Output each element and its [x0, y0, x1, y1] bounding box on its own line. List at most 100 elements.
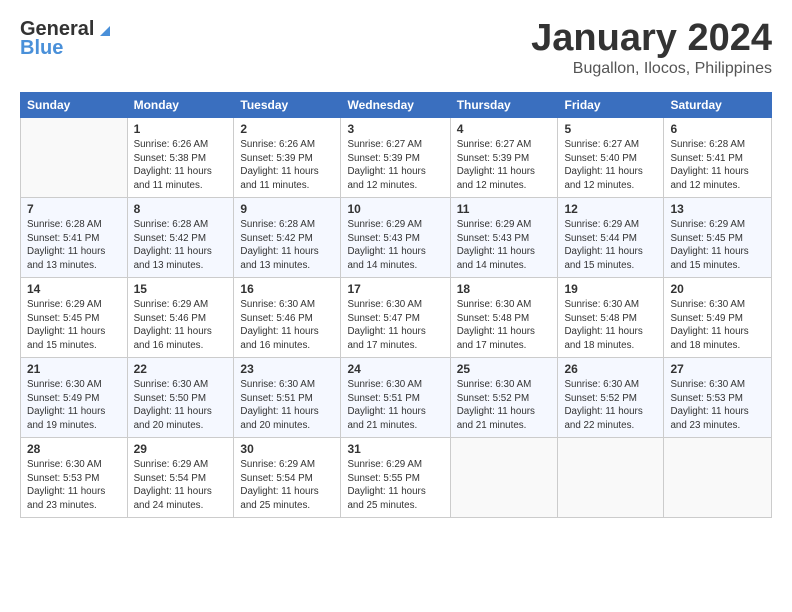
calendar-cell: 29 Sunrise: 6:29 AMSunset: 5:54 PMDayligh… [127, 437, 234, 517]
day-info: Sunrise: 6:30 AMSunset: 5:53 PMDaylight:… [27, 458, 121, 513]
page: General Blue January 2024 Bugallon, Iloc… [0, 0, 792, 612]
day-number: 12 [564, 202, 657, 216]
day-info: Sunrise: 6:30 AMSunset: 5:53 PMDaylight:… [670, 378, 765, 433]
calendar-cell: 4Sunrise: 6:27 AMSunset: 5:39 PMDaylight… [450, 117, 558, 197]
calendar-cell: 2Sunrise: 6:26 AMSunset: 5:39 PMDaylight… [234, 117, 341, 197]
col-header-tuesday: Tuesday [234, 92, 341, 117]
day-number: 19 [564, 282, 657, 296]
day-number: 3 [347, 122, 443, 136]
calendar-cell: 24 Sunrise: 6:30 AMSunset: 5:51 PMDayligh… [341, 357, 450, 437]
calendar-week-row: 28Sunrise: 6:30 AMSunset: 5:53 PMDayligh… [21, 437, 772, 517]
day-number: 26 [564, 362, 657, 376]
calendar-cell: 11 Sunrise: 6:29 AMSunset: 5:43 PMDayligh… [450, 197, 558, 277]
month-title: January 2024 [531, 18, 772, 60]
day-number: 29 [134, 442, 228, 456]
calendar-cell: 27 Sunrise: 6:30 AMSunset: 5:53 PMDayligh… [664, 357, 772, 437]
col-header-monday: Monday [127, 92, 234, 117]
calendar-cell: 14 Sunrise: 6:29 AMSunset: 5:45 PMDayligh… [21, 277, 128, 357]
day-info: Sunrise: 6:30 AMSunset: 5:50 PMDaylight:… [134, 378, 228, 433]
calendar-cell: 26 Sunrise: 6:30 AMSunset: 5:52 PMDayligh… [558, 357, 664, 437]
col-header-thursday: Thursday [450, 92, 558, 117]
calendar-table: SundayMondayTuesdayWednesdayThursdayFrid… [20, 92, 772, 518]
day-info: Sunrise: 6:27 AMSunset: 5:40 PMDaylight:… [564, 138, 657, 193]
col-header-friday: Friday [558, 92, 664, 117]
logo-triangle-icon [96, 22, 112, 38]
title-area: January 2024 Bugallon, Ilocos, Philippin… [531, 18, 772, 78]
day-number: 9 [240, 202, 334, 216]
day-info: Sunrise: 6:29 AMSunset: 5:43 PMDaylight:… [457, 218, 552, 273]
day-number: 27 [670, 362, 765, 376]
day-info: Sunrise: 6:30 AMSunset: 5:49 PMDaylight:… [27, 378, 121, 433]
day-info: Sunrise: 6:30 AMSunset: 5:48 PMDaylight:… [564, 298, 657, 353]
day-number: 1 [134, 122, 228, 136]
calendar-week-row: 14 Sunrise: 6:29 AMSunset: 5:45 PMDayligh… [21, 277, 772, 357]
day-number: 20 [670, 282, 765, 296]
day-number: 25 [457, 362, 552, 376]
day-info: Sunrise: 6:26 AMSunset: 5:38 PMDaylight:… [134, 138, 228, 193]
day-number: 6 [670, 122, 765, 136]
header: General Blue January 2024 Bugallon, Iloc… [20, 18, 772, 78]
calendar-cell: 25Sunrise: 6:30 AMSunset: 5:52 PMDayligh… [450, 357, 558, 437]
calendar-cell: 12 Sunrise: 6:29 AMSunset: 5:44 PMDayligh… [558, 197, 664, 277]
day-number: 8 [134, 202, 228, 216]
calendar-week-row: 1 Sunrise: 6:26 AMSunset: 5:38 PMDaylight… [21, 117, 772, 197]
day-info: Sunrise: 6:29 AMSunset: 5:45 PMDaylight:… [27, 298, 121, 353]
calendar-week-row: 21 Sunrise: 6:30 AMSunset: 5:49 PMDayligh… [21, 357, 772, 437]
day-info: Sunrise: 6:28 AMSunset: 5:41 PMDaylight:… [27, 218, 121, 273]
day-number: 2 [240, 122, 334, 136]
calendar-cell: 9 Sunrise: 6:28 AMSunset: 5:42 PMDaylight… [234, 197, 341, 277]
day-info: Sunrise: 6:30 AMSunset: 5:48 PMDaylight:… [457, 298, 552, 353]
calendar-cell: 6 Sunrise: 6:28 AMSunset: 5:41 PMDaylight… [664, 117, 772, 197]
calendar-cell: 10Sunrise: 6:29 AMSunset: 5:43 PMDayligh… [341, 197, 450, 277]
logo-blue-text: Blue [20, 37, 63, 60]
col-header-saturday: Saturday [664, 92, 772, 117]
day-number: 10 [347, 202, 443, 216]
col-header-wednesday: Wednesday [341, 92, 450, 117]
calendar-cell: 23 Sunrise: 6:30 AMSunset: 5:51 PMDayligh… [234, 357, 341, 437]
calendar-cell: 3 Sunrise: 6:27 AMSunset: 5:39 PMDaylight… [341, 117, 450, 197]
calendar-cell: 20 Sunrise: 6:30 AMSunset: 5:49 PMDayligh… [664, 277, 772, 357]
calendar-cell: 16 Sunrise: 6:30 AMSunset: 5:46 PMDayligh… [234, 277, 341, 357]
day-number: 16 [240, 282, 334, 296]
day-number: 13 [670, 202, 765, 216]
day-info: Sunrise: 6:29 AMSunset: 5:55 PMDaylight:… [347, 458, 443, 513]
calendar-cell [450, 437, 558, 517]
day-info: Sunrise: 6:28 AMSunset: 5:42 PMDaylight:… [240, 218, 334, 273]
calendar-cell: 18Sunrise: 6:30 AMSunset: 5:48 PMDayligh… [450, 277, 558, 357]
calendar-header-row: SundayMondayTuesdayWednesdayThursdayFrid… [21, 92, 772, 117]
day-info: Sunrise: 6:28 AMSunset: 5:41 PMDaylight:… [670, 138, 765, 193]
calendar-cell: 15 Sunrise: 6:29 AMSunset: 5:46 PMDayligh… [127, 277, 234, 357]
calendar-cell: 17Sunrise: 6:30 AMSunset: 5:47 PMDayligh… [341, 277, 450, 357]
day-number: 31 [347, 442, 443, 456]
day-info: Sunrise: 6:30 AMSunset: 5:46 PMDaylight:… [240, 298, 334, 353]
day-info: Sunrise: 6:27 AMSunset: 5:39 PMDaylight:… [347, 138, 443, 193]
calendar-cell: 28Sunrise: 6:30 AMSunset: 5:53 PMDayligh… [21, 437, 128, 517]
day-number: 15 [134, 282, 228, 296]
day-info: Sunrise: 6:29 AMSunset: 5:54 PMDaylight:… [134, 458, 228, 513]
calendar-cell: 13Sunrise: 6:29 AMSunset: 5:45 PMDayligh… [664, 197, 772, 277]
calendar-cell [664, 437, 772, 517]
day-info: Sunrise: 6:29 AMSunset: 5:46 PMDaylight:… [134, 298, 228, 353]
day-number: 4 [457, 122, 552, 136]
calendar-cell: 8 Sunrise: 6:28 AMSunset: 5:42 PMDaylight… [127, 197, 234, 277]
day-info: Sunrise: 6:29 AMSunset: 5:44 PMDaylight:… [564, 218, 657, 273]
calendar-cell: 19 Sunrise: 6:30 AMSunset: 5:48 PMDayligh… [558, 277, 664, 357]
day-number: 11 [457, 202, 552, 216]
calendar-cell [558, 437, 664, 517]
calendar-cell: 5Sunrise: 6:27 AMSunset: 5:40 PMDaylight… [558, 117, 664, 197]
day-info: Sunrise: 6:30 AMSunset: 5:49 PMDaylight:… [670, 298, 765, 353]
logo: General Blue [20, 18, 112, 60]
day-info: Sunrise: 6:28 AMSunset: 5:42 PMDaylight:… [134, 218, 228, 273]
day-info: Sunrise: 6:30 AMSunset: 5:52 PMDaylight:… [564, 378, 657, 433]
calendar-cell: 1 Sunrise: 6:26 AMSunset: 5:38 PMDaylight… [127, 117, 234, 197]
day-info: Sunrise: 6:30 AMSunset: 5:51 PMDaylight:… [347, 378, 443, 433]
calendar-cell [21, 117, 128, 197]
day-number: 14 [27, 282, 121, 296]
day-info: Sunrise: 6:30 AMSunset: 5:51 PMDaylight:… [240, 378, 334, 433]
day-number: 23 [240, 362, 334, 376]
day-number: 30 [240, 442, 334, 456]
day-number: 7 [27, 202, 121, 216]
day-number: 21 [27, 362, 121, 376]
day-number: 24 [347, 362, 443, 376]
day-number: 17 [347, 282, 443, 296]
